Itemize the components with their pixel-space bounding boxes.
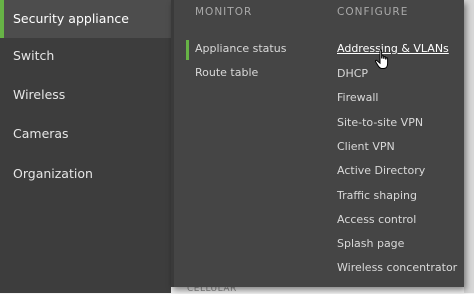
content-edge xyxy=(464,0,474,293)
menu-item-access-control[interactable]: Access control xyxy=(337,213,416,226)
menu-item-dhcp[interactable]: DHCP xyxy=(337,67,368,80)
menu-item-active-directory[interactable]: Active Directory xyxy=(337,164,425,177)
menu-item-splash-page[interactable]: Splash page xyxy=(337,237,404,250)
menu-item-firewall[interactable]: Firewall xyxy=(337,91,378,104)
sidebar-item-switch[interactable]: Switch xyxy=(0,37,171,75)
menu-item-site-to-site-vpn[interactable]: Site-to-site VPN xyxy=(337,116,423,129)
menu-item-route-table[interactable]: Route table xyxy=(195,66,258,79)
sidebar-item-security-appliance[interactable]: Security appliance xyxy=(0,0,180,38)
sidebar-item-wireless[interactable]: Wireless xyxy=(0,76,171,114)
sidebar-item-cameras[interactable]: Cameras xyxy=(0,115,171,153)
menu-item-addressing-vlans[interactable]: Addressing & VLANs xyxy=(337,42,449,55)
configure-header: CONFIGURE xyxy=(337,6,409,18)
hand-pointer-icon xyxy=(374,49,392,75)
menu-item-appliance-status[interactable]: Appliance status xyxy=(195,42,286,55)
monitor-header: MONITOR xyxy=(195,6,253,18)
active-indicator xyxy=(186,40,189,60)
menu-item-wireless-concentrator[interactable]: Wireless concentrator xyxy=(337,261,457,274)
menu-item-client-vpn[interactable]: Client VPN xyxy=(337,140,395,153)
menu-item-traffic-shaping[interactable]: Traffic shaping xyxy=(337,189,417,202)
sidebar-item-organization[interactable]: Organization xyxy=(0,155,171,193)
sidebar: Security appliance Switch Wireless Camer… xyxy=(0,0,180,293)
